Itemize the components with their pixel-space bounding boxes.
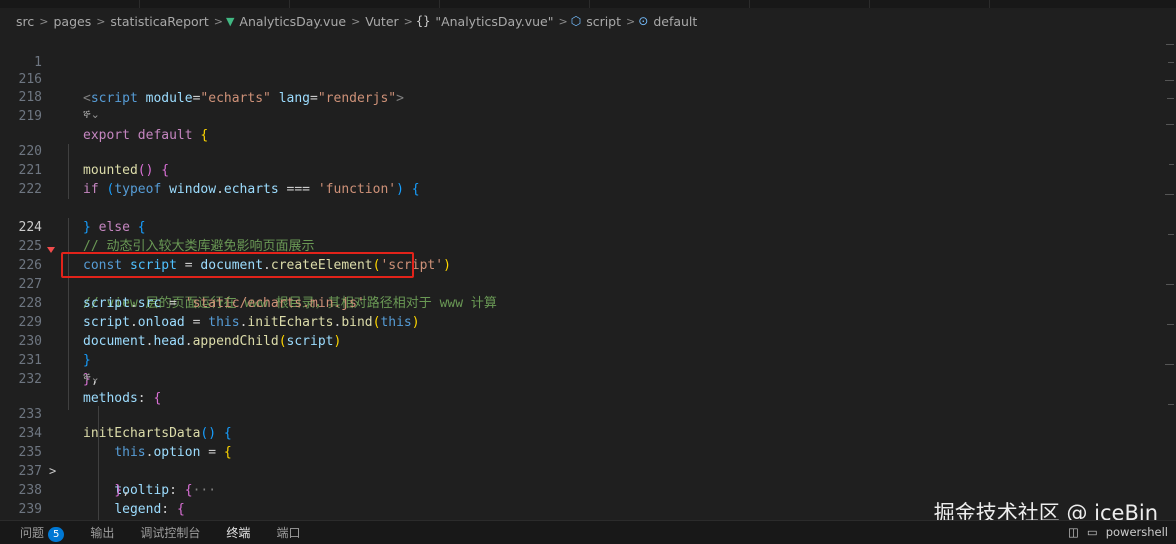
tab-problems[interactable]: 问题 5 — [20, 524, 65, 542]
breadcrumb-item-statisticareport[interactable]: statisticaReport — [108, 14, 210, 29]
code-line: 223 } else { — [0, 180, 1160, 235]
code-line: 230 } — [0, 313, 1160, 368]
chevron-right-icon: > — [558, 14, 568, 28]
chevron-right-icon: > — [626, 14, 636, 28]
terminal-icon[interactable]: ▭ — [1087, 525, 1098, 539]
terminal-name[interactable]: powershell — [1106, 525, 1168, 539]
code-line: 233 initEchartsData() { — [0, 386, 1160, 441]
editor-tab-strip — [0, 0, 1176, 8]
git-deletion-marker[interactable] — [47, 247, 55, 253]
breadcrumb-item-file[interactable]: AnalyticsDay.vue — [237, 14, 348, 29]
breadcrumb-item-script[interactable]: script — [584, 14, 623, 29]
code-line: 219 export default { — [0, 88, 1160, 143]
panel-right-controls: ◫ ▭ powershell — [1068, 525, 1168, 539]
codelens-hint[interactable]: ኞ⌄ — [83, 371, 100, 387]
tab-ports[interactable]: 端口 — [276, 524, 300, 541]
code-line: 218 — [0, 69, 1160, 105]
breadcrumb-item-vuter[interactable]: Vuter — [363, 14, 400, 29]
code-line: 222 this.initEcharts() — [0, 161, 1160, 216]
braces-icon: {} — [415, 14, 431, 28]
tab-output[interactable]: 输出 — [90, 524, 114, 541]
minimap[interactable] — [1162, 34, 1176, 520]
code-line: 220 mounted() { — [0, 123, 1160, 178]
code-line-current: 224 // 动态引入较大类库避免影响页面展示 — [0, 199, 1160, 254]
problems-count-badge: 5 — [48, 526, 65, 542]
chevron-right-icon: > — [351, 14, 361, 28]
tab-problems-label: 问题 — [20, 525, 45, 540]
code-line: 229 document.head.appendChild(script) — [0, 294, 1160, 349]
symbol-cube-icon: ⬡ — [570, 14, 582, 28]
annotation-highlight-box — [61, 252, 414, 278]
chevron-right-icon: > — [403, 14, 413, 28]
chevron-right-icon: > — [96, 14, 106, 28]
breadcrumb-item-src[interactable]: src — [14, 14, 36, 29]
codelens-hint[interactable]: ኞ⌄ — [83, 108, 100, 124]
vue-file-icon: ▼ — [225, 14, 235, 28]
breadcrumb: src > pages > statisticaReport > ▼ Analy… — [0, 8, 1176, 34]
chevron-right-icon: > — [213, 14, 223, 28]
tab-terminal[interactable]: 终端 — [226, 524, 250, 541]
code-line: 234 this.option = { — [0, 405, 1160, 460]
code-line: 237 }, — [0, 443, 1160, 498]
code-line: 221 if (typeof window.echarts === 'funct… — [0, 142, 1160, 197]
code-line: 238 legend: { — [0, 462, 1160, 517]
code-line: 216 <script module="echarts" lang="rende… — [0, 51, 1160, 106]
code-line: 231 }, — [0, 332, 1160, 387]
tab-debug-console[interactable]: 调试控制台 — [140, 524, 200, 541]
code-line: 225 const script = document.createElemen… — [0, 218, 1160, 273]
code-editor[interactable]: 1 216 <script module="echarts" lang="ren… — [0, 34, 1176, 544]
chevron-right-icon: > — [39, 14, 49, 28]
split-layout-icon[interactable]: ◫ — [1068, 525, 1079, 539]
code-line: 235 > tooltip: {··· — [0, 424, 1160, 498]
symbol-field-icon: ⊙ — [638, 14, 649, 28]
code-line: 232 methods: { — [0, 351, 1160, 406]
bottom-panel-tabs: 问题 5 输出 调试控制台 终端 端口 ◫ ▭ powershell — [0, 520, 1176, 544]
breadcrumb-item-pages[interactable]: pages — [51, 14, 93, 29]
breadcrumb-item-default[interactable]: default — [651, 14, 699, 29]
breadcrumb-item-module[interactable]: "AnalyticsDay.vue" — [433, 14, 555, 29]
